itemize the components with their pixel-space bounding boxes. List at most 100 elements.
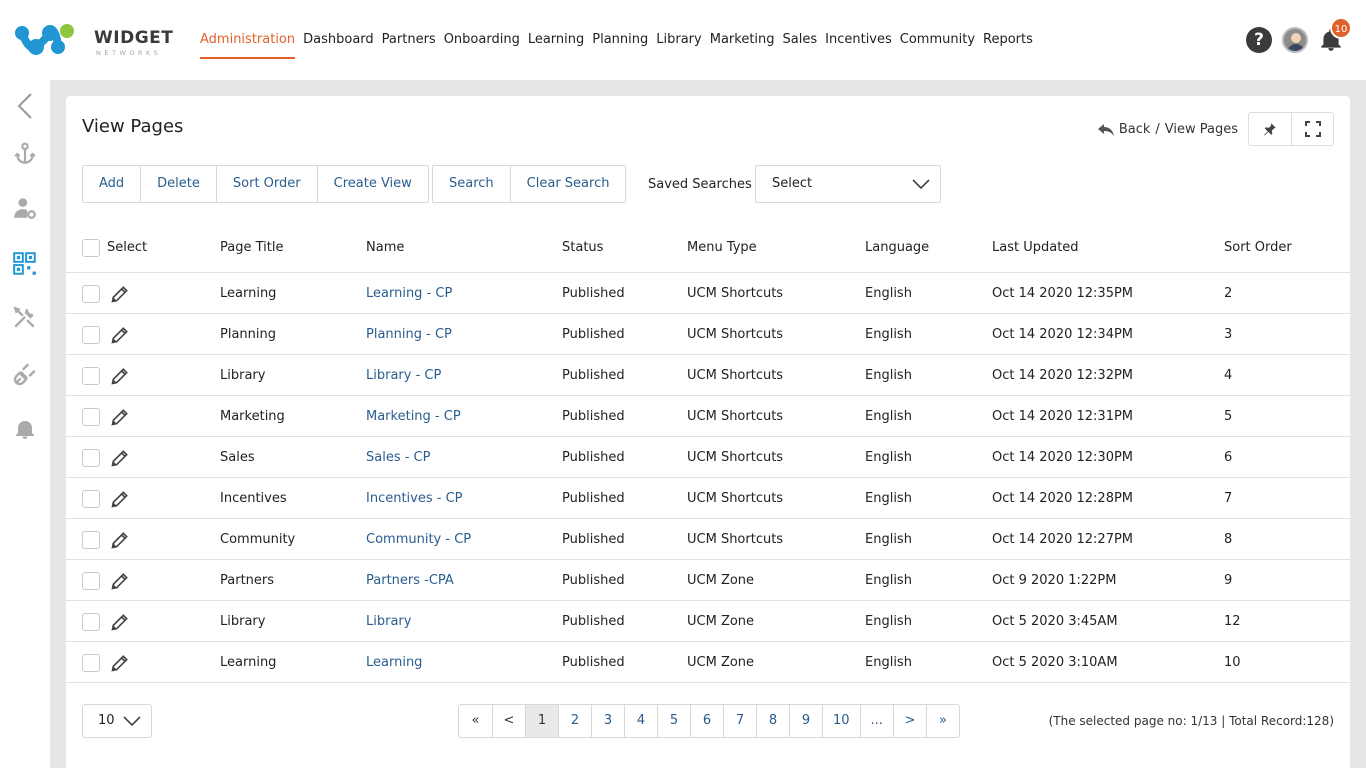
table-row: Library Library Published UCM Zone English Oc… (66, 601, 1350, 642)
cell-name-link[interactable]: Partners -CPA (366, 560, 454, 601)
notifications-button[interactable]: 10 (1318, 17, 1352, 53)
cell-name-link[interactable]: Community - CP (366, 519, 471, 560)
cell-name-link[interactable]: Library - CP (366, 355, 441, 396)
nav-administration[interactable]: Administration (200, 30, 296, 59)
page-button-4[interactable]: 4 (624, 705, 657, 737)
nav-dashboard[interactable]: Dashboard (303, 30, 374, 59)
nav-partners[interactable]: Partners (382, 30, 436, 59)
edit-pencil-icon[interactable] (110, 530, 130, 550)
col-sort-order[interactable]: Sort Order (1224, 232, 1292, 264)
pin-button[interactable] (1249, 113, 1291, 145)
row-checkbox[interactable] (82, 408, 100, 426)
clear-search-button[interactable]: Clear Search (509, 166, 626, 202)
alerts-bell-icon[interactable] (11, 415, 39, 443)
nav-incentives[interactable]: Incentives (825, 30, 892, 59)
cell-sort-order: 10 (1224, 655, 1241, 670)
edit-pencil-icon[interactable] (110, 366, 130, 386)
row-checkbox[interactable] (82, 490, 100, 508)
page-button-5[interactable]: 5 (657, 705, 690, 737)
back-link[interactable]: Back (1097, 122, 1150, 137)
nav-learning[interactable]: Learning (528, 30, 584, 59)
edit-pencil-icon[interactable] (110, 612, 130, 632)
nav-library[interactable]: Library (656, 30, 701, 59)
col-page-title[interactable]: Page Title (220, 232, 283, 264)
edit-pencil-icon[interactable] (110, 448, 130, 468)
row-checkbox[interactable] (82, 449, 100, 467)
col-name[interactable]: Name (366, 232, 404, 264)
edit-pencil-icon[interactable] (110, 653, 130, 673)
page-button-8[interactable]: 8 (756, 705, 789, 737)
edit-pencil-icon[interactable] (110, 284, 130, 304)
tools-icon[interactable] (11, 304, 39, 332)
cell-name-link[interactable]: Planning - CP (366, 314, 452, 355)
add-button[interactable]: Add (83, 166, 140, 202)
page-size-select[interactable]: 10 (82, 704, 152, 738)
edit-pencil-icon[interactable] (110, 407, 130, 427)
sort-order-button[interactable]: Sort Order (215, 166, 317, 202)
cell-name-link[interactable]: Sales - CP (366, 437, 430, 478)
table-row: Library Library - CP Published UCM Shortcut… (66, 355, 1350, 396)
pagination: « < 1 2 3 4 5 6 7 8 9 10 ... > » (458, 704, 960, 738)
breadcrumb-separator: / (1155, 122, 1160, 137)
user-avatar[interactable] (1282, 27, 1308, 53)
page-button-6[interactable]: 6 (690, 705, 723, 737)
page-button-9[interactable]: 9 (789, 705, 822, 737)
cell-name-link[interactable]: Learning - CP (366, 273, 452, 314)
fullscreen-button[interactable] (1291, 113, 1333, 145)
nav-marketing[interactable]: Marketing (710, 30, 775, 59)
cell-name-link[interactable]: Marketing - CP (366, 396, 461, 437)
edit-pencil-icon[interactable] (110, 489, 130, 509)
create-view-button[interactable]: Create View (316, 166, 428, 202)
top-header: WIDGET NETWORKS Administration Dashboard… (0, 0, 1366, 80)
row-checkbox[interactable] (82, 654, 100, 672)
row-checkbox[interactable] (82, 367, 100, 385)
cell-last-updated: Oct 14 2020 12:28PM (992, 491, 1134, 506)
collapse-sidebar-icon[interactable] (11, 92, 39, 120)
page-button-1[interactable]: 1 (525, 705, 558, 737)
next-page-button[interactable]: > (892, 705, 926, 737)
cell-menu-type: UCM Zone (687, 614, 755, 629)
row-checkbox[interactable] (82, 613, 100, 631)
widget-networks-logo[interactable]: WIDGET NETWORKS (14, 21, 173, 59)
cell-status: Published (562, 614, 625, 629)
cell-name-link[interactable]: Incentives - CP (366, 478, 463, 519)
row-checkbox[interactable] (82, 572, 100, 590)
page-button-3[interactable]: 3 (591, 705, 624, 737)
col-language[interactable]: Language (865, 232, 929, 264)
user-settings-icon[interactable] (11, 194, 39, 222)
nav-planning[interactable]: Planning (592, 30, 648, 59)
prev-page-button[interactable]: < (492, 705, 525, 737)
nav-sales[interactable]: Sales (783, 30, 818, 59)
anchor-icon[interactable] (11, 140, 39, 168)
edit-pencil-icon[interactable] (110, 325, 130, 345)
first-page-button[interactable]: « (459, 705, 492, 737)
pages-grid-icon[interactable] (11, 250, 39, 278)
page-button-10[interactable]: 10 (822, 705, 860, 737)
page-button-2[interactable]: 2 (558, 705, 591, 737)
row-checkbox[interactable] (82, 531, 100, 549)
cell-last-updated: Oct 14 2020 12:31PM (992, 409, 1134, 424)
saved-searches-select[interactable]: Select (755, 165, 941, 203)
edit-pencil-icon[interactable] (110, 571, 130, 591)
search-button[interactable]: Search (433, 166, 510, 202)
nav-community[interactable]: Community (900, 30, 975, 59)
cell-page-title: Partners (220, 573, 275, 588)
row-checkbox[interactable] (82, 326, 100, 344)
search-buttons: Search Clear Search (432, 165, 627, 203)
col-menu-type[interactable]: Menu Type (687, 232, 757, 264)
page-ellipsis-button[interactable]: ... (859, 705, 893, 737)
cell-name-link[interactable]: Learning (366, 642, 422, 683)
page-button-7[interactable]: 7 (723, 705, 756, 737)
nav-reports[interactable]: Reports (983, 30, 1033, 59)
plug-icon[interactable] (11, 360, 39, 388)
delete-button[interactable]: Delete (140, 166, 216, 202)
nav-onboarding[interactable]: Onboarding (444, 30, 520, 59)
last-page-button[interactable]: » (925, 705, 959, 737)
cell-menu-type: UCM Shortcuts (687, 409, 784, 424)
row-checkbox[interactable] (82, 285, 100, 303)
col-status[interactable]: Status (562, 232, 603, 264)
col-last-updated[interactable]: Last Updated (992, 232, 1079, 264)
select-all-checkbox[interactable] (82, 239, 100, 257)
cell-name-link[interactable]: Library (366, 601, 411, 642)
help-icon[interactable]: ? (1246, 27, 1272, 53)
